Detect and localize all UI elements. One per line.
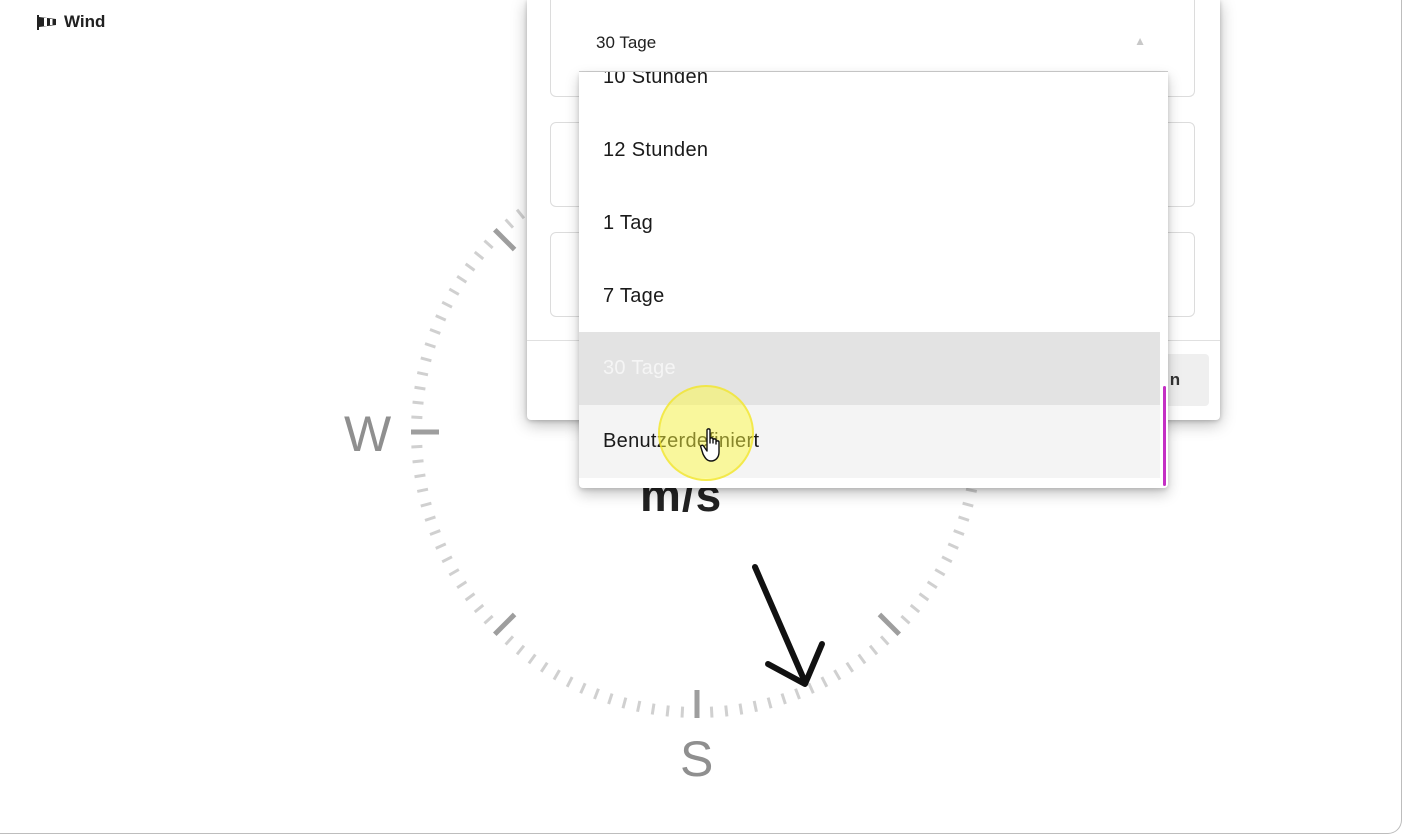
compass-tick (879, 635, 890, 646)
compass-tick (650, 703, 656, 715)
compass-tick (636, 700, 642, 713)
menu-scrollbar[interactable] (1163, 386, 1166, 486)
compass-major-tick (877, 612, 902, 637)
compass-tick (424, 515, 436, 522)
compass-tick (515, 644, 526, 656)
compass-tick (833, 669, 842, 681)
compass-tick (464, 262, 476, 272)
compass-tick (953, 529, 965, 536)
compass-tick (448, 568, 460, 577)
menu-item-label: 10 Stunden (603, 72, 709, 88)
compass-tick (909, 603, 921, 614)
compass-tick (414, 385, 426, 391)
compass-tick (794, 688, 801, 700)
compass-tick (962, 501, 974, 508)
compass-tick (429, 529, 441, 536)
compass-tick (515, 208, 526, 220)
compass-tick (607, 693, 614, 705)
compass-tick (412, 400, 424, 405)
compass-tick (958, 515, 970, 522)
menu-item-12-stunden[interactable]: 12 Stunden (579, 114, 1160, 187)
compass-tick (947, 542, 959, 550)
compass-tick (424, 342, 436, 349)
compass-tick (504, 218, 515, 229)
compass-tick (857, 653, 867, 665)
menu-item-label: 12 Stunden (603, 139, 709, 161)
compass-tick (552, 669, 561, 681)
timerange-select[interactable]: 30 Tage ▲ (579, 12, 1168, 72)
compass-tick (416, 487, 429, 493)
compass-tick (900, 614, 911, 625)
compass-tick (527, 653, 537, 665)
compass-tick (820, 676, 829, 688)
compass-tick (411, 444, 423, 449)
compass-tick (807, 682, 815, 694)
compass-major-tick (492, 612, 517, 637)
compass-tick (420, 501, 432, 508)
compass-tick (483, 239, 494, 250)
compass-tick (593, 688, 600, 700)
menu-item-label: 7 Tage (603, 285, 665, 307)
compass-tick (435, 542, 447, 550)
compass-tick (709, 706, 714, 718)
compass-tick (621, 697, 628, 709)
compass-south-label: S (680, 731, 714, 787)
menu-item-label: 30 Tage (603, 357, 676, 379)
compass-tick (448, 287, 460, 296)
compass-tick (411, 415, 423, 420)
compass-tick (456, 274, 468, 284)
compass-tick (766, 697, 773, 709)
compass-tick (416, 371, 429, 377)
compass-tick (539, 661, 549, 673)
compass-tick (412, 459, 424, 464)
compass-tick (435, 314, 447, 322)
compass-tick (752, 700, 758, 713)
compass-tick (420, 356, 432, 363)
arrow-icon (752, 564, 825, 687)
triangle-up-icon: ▲ (1134, 34, 1146, 48)
compass-tick (579, 682, 587, 694)
menu-item-label: 1 Tag (603, 212, 654, 234)
compass-tick (780, 693, 787, 705)
compass-tick (724, 705, 729, 717)
menu-item-30-tage[interactable]: 30 Tage (579, 332, 1160, 405)
compass-tick (738, 703, 744, 715)
compass-tick (941, 555, 953, 564)
compass-tick (473, 250, 485, 261)
compass-tick (456, 580, 468, 590)
compass-west-label: W (344, 406, 392, 462)
select-value: 30 Tage (596, 33, 657, 52)
hand-pointer-icon (700, 428, 726, 469)
compass-tick (665, 705, 670, 717)
compass-tick (868, 644, 879, 656)
compass-major-tick (492, 227, 517, 252)
compass-tick (473, 603, 485, 614)
compass-tick (926, 580, 938, 590)
menu-item-1-tag[interactable]: 1 Tag (579, 187, 1160, 260)
compass-tick (441, 555, 453, 564)
compass-tick (918, 592, 930, 602)
compass-tick (483, 614, 494, 625)
compass-tick (680, 706, 685, 718)
menu-item-7-tage[interactable]: 7 Tage (579, 260, 1160, 333)
compass-tick (565, 676, 574, 688)
compass-tick (441, 300, 453, 309)
compass-tick (414, 473, 426, 479)
compass-tick (845, 661, 855, 673)
compass-tick (934, 568, 946, 577)
compass-tick (464, 592, 476, 602)
compass-tick (504, 635, 515, 646)
compass-tick (965, 487, 978, 493)
menu-item-10-stunden[interactable]: 10 Stunden (579, 72, 1160, 114)
compass-tick (429, 328, 441, 335)
